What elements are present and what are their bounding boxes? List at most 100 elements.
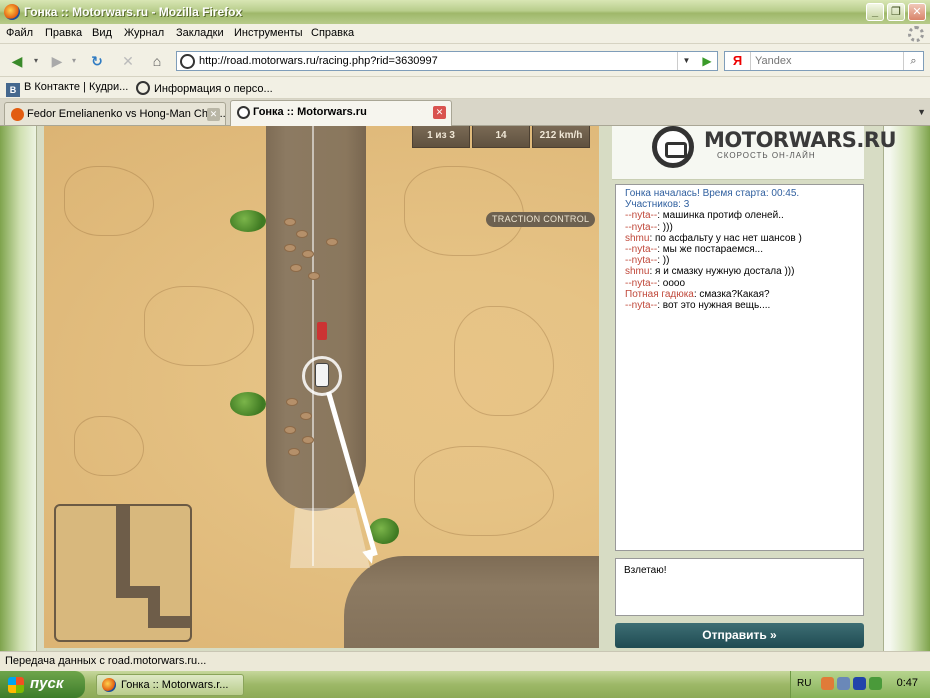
chat-line: --nyta--: оооо <box>625 278 854 289</box>
url-bar[interactable]: ▼ ▶ <box>176 51 718 71</box>
chat-nick[interactable]: shmu <box>625 233 649 244</box>
tray-app-icon[interactable] <box>821 677 834 690</box>
menu-file[interactable]: Файл <box>6 27 33 39</box>
sheep <box>290 264 302 272</box>
go-button[interactable]: ▶ <box>697 52 717 70</box>
minimize-button[interactable]: _ <box>866 3 884 21</box>
menu-tools[interactable]: Инструменты <box>234 27 303 39</box>
taskbar: пуск Гонка :: Motorwars.r... RU 0:47 <box>0 671 930 698</box>
bookmarks-toolbar: B В Контакте | Кудри... Информация о перс… <box>0 77 930 99</box>
chat-message: : смазка?Какая? <box>693 288 770 300</box>
sheep <box>284 218 296 226</box>
bush <box>230 210 266 232</box>
tab-strip: Fedor Emelianenko vs Hong-Man Choi ... ✕… <box>0 99 930 126</box>
forward-history-dropdown[interactable]: ▾ <box>68 50 80 72</box>
motorwars-logo-icon <box>652 126 694 168</box>
race-game-canvas[interactable]: 1 из 3 14 212 km/h TRACTION CONTROL <box>44 126 599 648</box>
search-bar[interactable]: Я ⌕ <box>724 51 924 71</box>
chat-nick[interactable]: --nyta-- <box>625 278 657 289</box>
sheep <box>296 230 308 238</box>
firefox-icon <box>102 678 116 692</box>
ground-crack <box>454 306 554 416</box>
traction-control-indicator[interactable]: TRACTION CONTROL <box>486 212 596 227</box>
menu-view[interactable]: Вид <box>92 27 112 39</box>
antivirus-icon[interactable] <box>869 677 882 690</box>
forward-button[interactable]: ▶ <box>46 50 68 72</box>
chat-nick[interactable]: --nyta-- <box>625 244 657 255</box>
back-button[interactable]: ◀ <box>6 50 28 72</box>
minimap-road <box>116 506 130 596</box>
track-minimap <box>54 504 192 642</box>
tab-label: Гонка :: Motorwars.ru <box>253 106 367 118</box>
chat-log[interactable]: Гонка началась! Время старта: 00:45. Учас… <box>615 184 864 551</box>
chat-line: shmu: по асфальту у нас нет шансов ) <box>625 233 854 244</box>
chat-message: : ))) <box>657 221 673 233</box>
tab-close-icon[interactable]: ✕ <box>433 106 446 119</box>
search-input[interactable] <box>755 54 895 68</box>
tab-fedor[interactable]: Fedor Emelianenko vs Hong-Man Choi ... ✕ <box>4 102 226 125</box>
search-icon[interactable]: ⌕ <box>903 52 923 70</box>
sheep <box>326 238 338 246</box>
bookmark-vkontakte[interactable]: B В Контакте | Кудри... <box>6 81 128 97</box>
minimap-road <box>148 616 190 628</box>
firefox-icon <box>4 4 20 20</box>
chat-message: : машинка протиф оленей.. <box>657 210 784 222</box>
chat-line: shmu: я и смазку нужную достала ))) <box>625 266 854 277</box>
bookmark-info[interactable]: Информация о персо... <box>136 81 273 95</box>
system-tray: RU 0:47 <box>790 671 930 698</box>
menu-bookmarks[interactable]: Закладки <box>176 27 224 39</box>
chat-line: --nyta--: мы же постараемся... <box>625 244 854 255</box>
language-indicator[interactable]: RU <box>797 678 811 689</box>
chat-nick[interactable]: --nyta-- <box>625 222 657 233</box>
motorwars-icon <box>136 81 150 95</box>
reload-button[interactable]: ↻ <box>86 50 108 72</box>
sheep <box>286 398 298 406</box>
chat-input[interactable] <box>615 558 864 616</box>
home-button[interactable]: ⌂ <box>146 50 168 72</box>
send-button[interactable]: Отправить » <box>615 623 864 648</box>
chat-nick[interactable]: Потная гадюка <box>625 289 694 300</box>
ground-crack <box>74 416 144 476</box>
bush <box>230 392 266 416</box>
stop-button[interactable]: ✕ <box>117 50 139 72</box>
close-window-button[interactable]: ✕ <box>908 3 926 21</box>
maximize-button[interactable]: ❐ <box>887 3 905 21</box>
page-content: 1 из 3 14 212 km/h TRACTION CONTROL MOTO… <box>0 126 930 651</box>
sheep <box>302 436 314 444</box>
chat-line: --nyta--: машинка протиф оленей.. <box>625 210 854 221</box>
site-logo[interactable]: MOTORWARS.RU СКОРОСТЬ ОН-ЛАЙН <box>612 126 897 180</box>
navigation-toolbar: ◀ ▾ ▶ ▾ ↻ ✕ ⌂ ▼ ▶ Я ⌕ <box>0 44 930 77</box>
tab-motorwars[interactable]: Гонка :: Motorwars.ru ✕ <box>230 100 452 126</box>
taskbar-firefox-item[interactable]: Гонка :: Motorwars.r... <box>96 674 244 696</box>
chat-message: : по асфальту у нас нет шансов ) <box>649 232 802 244</box>
menu-edit[interactable]: Правка <box>45 27 82 39</box>
url-history-dropdown[interactable]: ▼ <box>677 52 695 70</box>
clock: 0:47 <box>896 677 918 689</box>
tab-favicon-icon <box>237 106 250 119</box>
media-player-icon[interactable] <box>853 677 866 690</box>
chat-nick[interactable]: --nyta-- <box>625 210 657 221</box>
ground-crack <box>404 166 524 256</box>
logo-text: MOTORWARS.RU <box>704 128 897 152</box>
chat-nick[interactable]: --nyta-- <box>625 300 657 311</box>
chat-nick[interactable]: shmu <box>625 266 649 277</box>
player-car <box>315 363 329 387</box>
url-input[interactable] <box>199 54 669 68</box>
chat-nick[interactable]: --nyta-- <box>625 255 657 266</box>
opponent-car <box>317 322 327 340</box>
network-icon[interactable] <box>837 677 850 690</box>
sheep <box>302 250 314 258</box>
sheep <box>308 272 320 280</box>
menu-history[interactable]: Журнал <box>124 27 164 39</box>
start-button[interactable]: пуск <box>0 671 85 698</box>
yandex-engine-icon[interactable]: Я <box>725 52 751 70</box>
sheep <box>284 244 296 252</box>
tab-close-icon[interactable]: ✕ <box>207 108 220 121</box>
menu-help[interactable]: Справка <box>311 27 354 39</box>
tab-list-dropdown[interactable]: ▼ <box>917 107 926 117</box>
chat-line: --nyta--: )) <box>625 255 854 266</box>
status-bar: Передача данных с road.motorwars.ru... <box>0 651 930 671</box>
back-history-dropdown[interactable]: ▾ <box>30 50 42 72</box>
sheep <box>300 412 312 420</box>
road-curve <box>344 556 599 648</box>
